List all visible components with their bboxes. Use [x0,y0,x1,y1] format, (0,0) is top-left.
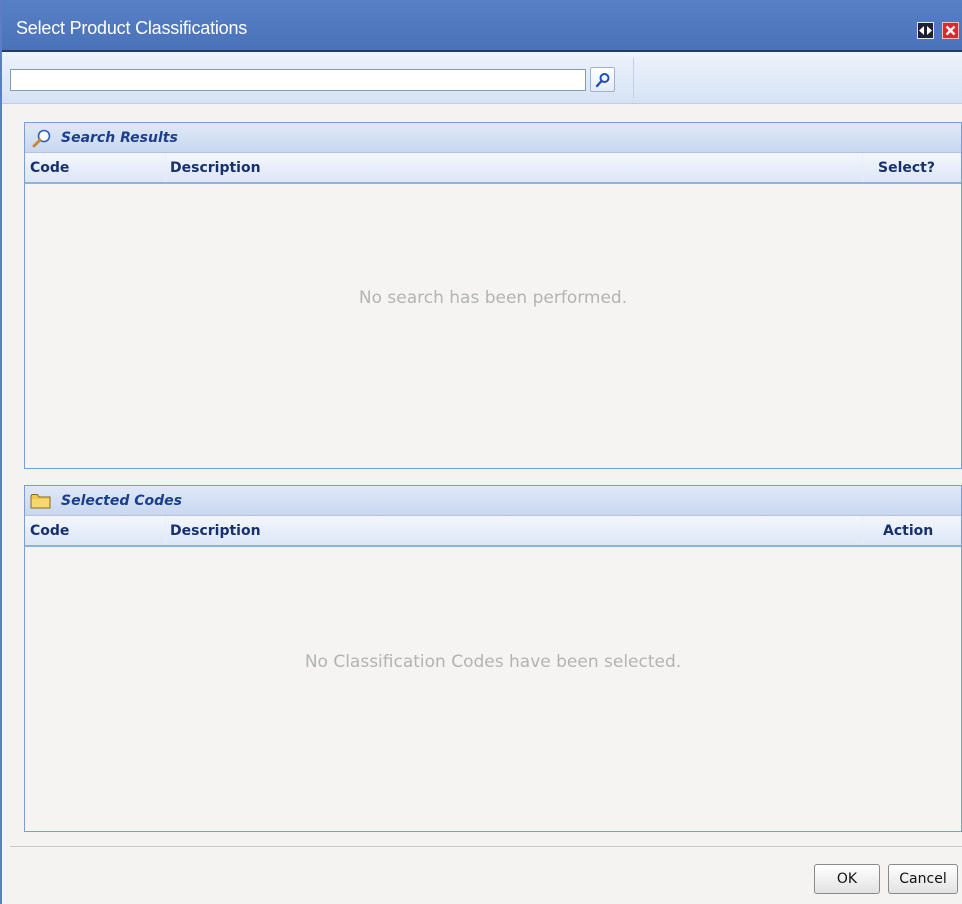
column-divider [862,516,863,545]
close-icon[interactable] [942,22,959,39]
dialog-title: Select Product Classifications [16,18,248,38]
search-results-header: Search Results [25,123,961,153]
search-input[interactable] [10,69,586,91]
dialog: Select Product Classifications Search Re… [0,0,962,904]
title-bar[interactable]: Select Product Classifications [2,0,962,52]
column-divider [165,153,166,182]
selected-codes-panel: Selected Codes Code Description Action N… [24,485,962,832]
search-toolbar [2,52,962,104]
column-divider [165,516,166,545]
search-results-panel: Search Results Code Description Select? … [24,122,962,469]
column-action[interactable]: Action [883,523,933,539]
selected-codes-empty-message: No Classification Codes have been select… [304,652,682,672]
search-button[interactable] [590,67,615,92]
selected-codes-column-header: Code Description Action [25,516,961,547]
toolbar-separator [633,58,634,98]
column-select[interactable]: Select? [878,160,935,176]
search-results-column-header: Code Description Select? [25,153,961,184]
cancel-button[interactable]: Cancel [888,864,958,894]
column-code[interactable]: Code [30,523,69,539]
footer-divider [10,846,962,847]
column-description[interactable]: Description [170,160,261,176]
selected-codes-title: Selected Codes [61,493,182,509]
ok-button[interactable]: OK [814,864,880,894]
column-divider [862,153,863,182]
selected-codes-header: Selected Codes [25,486,961,516]
column-code[interactable]: Code [30,160,69,176]
magnifier-icon [32,129,51,148]
resize-icon[interactable] [917,22,934,39]
search-results-title: Search Results [61,130,178,146]
magnifier-icon [595,72,609,87]
search-results-empty-message: No search has been performed. [358,288,628,308]
folder-icon [30,494,51,509]
column-description[interactable]: Description [170,523,261,539]
